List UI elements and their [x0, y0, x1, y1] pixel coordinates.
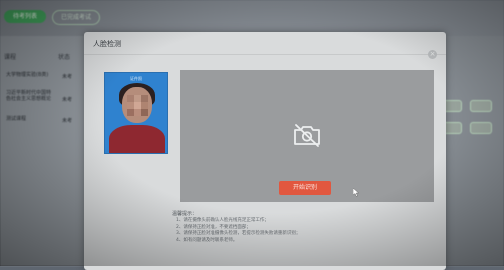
course-row-status: 未考 [62, 74, 73, 80]
notes-list: 1、请在摄像头前确认人脸光线充足正常工作； 2、请保持正脸对准，不要遮挡面部； … [176, 218, 300, 244]
mosaic-block [127, 95, 134, 102]
background-tab-bar: 待考列表 已完成考试 [0, 0, 504, 36]
tab-pending-exams[interactable]: 待考列表 [4, 10, 46, 23]
course-row-status: 未考 [62, 97, 73, 103]
mosaic-block [134, 109, 141, 116]
photo-shoulders [109, 125, 165, 153]
mosaic-block [141, 102, 148, 109]
id-photo: 证件照 [104, 72, 168, 154]
camera-off-icon [294, 124, 320, 147]
course-row-title: 习近平新时代中国特色社会主义思想概论 [6, 90, 52, 102]
dialog-title: 人脸检测 [93, 40, 121, 48]
mosaic-block [127, 109, 134, 116]
exam-detail-button[interactable] [470, 122, 492, 134]
photo-caption: 证件照 [130, 76, 142, 81]
dialog-header: 人脸检测 [84, 32, 446, 55]
column-header-course: 课程 [4, 54, 17, 61]
mosaic-block [134, 102, 141, 109]
cursor-icon [353, 188, 359, 197]
start-recognition-button[interactable]: 开始识别 [279, 181, 331, 195]
mosaic-block [141, 109, 148, 116]
mosaic-block [141, 95, 148, 102]
close-icon[interactable]: × [428, 50, 437, 59]
column-header-status: 状态 [58, 54, 71, 61]
note-item: 4、如有问题请及时联系老师。 [176, 237, 238, 243]
exam-detail-button[interactable] [470, 100, 492, 112]
course-row-title: 测试课程 [6, 116, 27, 122]
course-row-status: 未考 [62, 118, 73, 124]
mosaic-block [127, 102, 134, 109]
face-detection-dialog: 人脸检测 × 证件照 开始识别 温馨提示： 1、请在摄像头前确认人脸光线充足正常… [84, 32, 446, 270]
camera-preview: 开始识别 [180, 70, 434, 202]
mosaic-block [134, 95, 141, 102]
notes-title: 温馨提示： [172, 211, 198, 217]
tab-completed-exams[interactable]: 已完成考试 [52, 10, 100, 25]
note-item: 1、请在摄像头前确认人脸光线充足正常工作； [176, 218, 269, 223]
note-item: 3、请保持正脸对准摄像头检测，若提示检测失败请重新识别； [176, 231, 301, 237]
course-row-title: 大学物理实验(B类) [6, 72, 49, 78]
